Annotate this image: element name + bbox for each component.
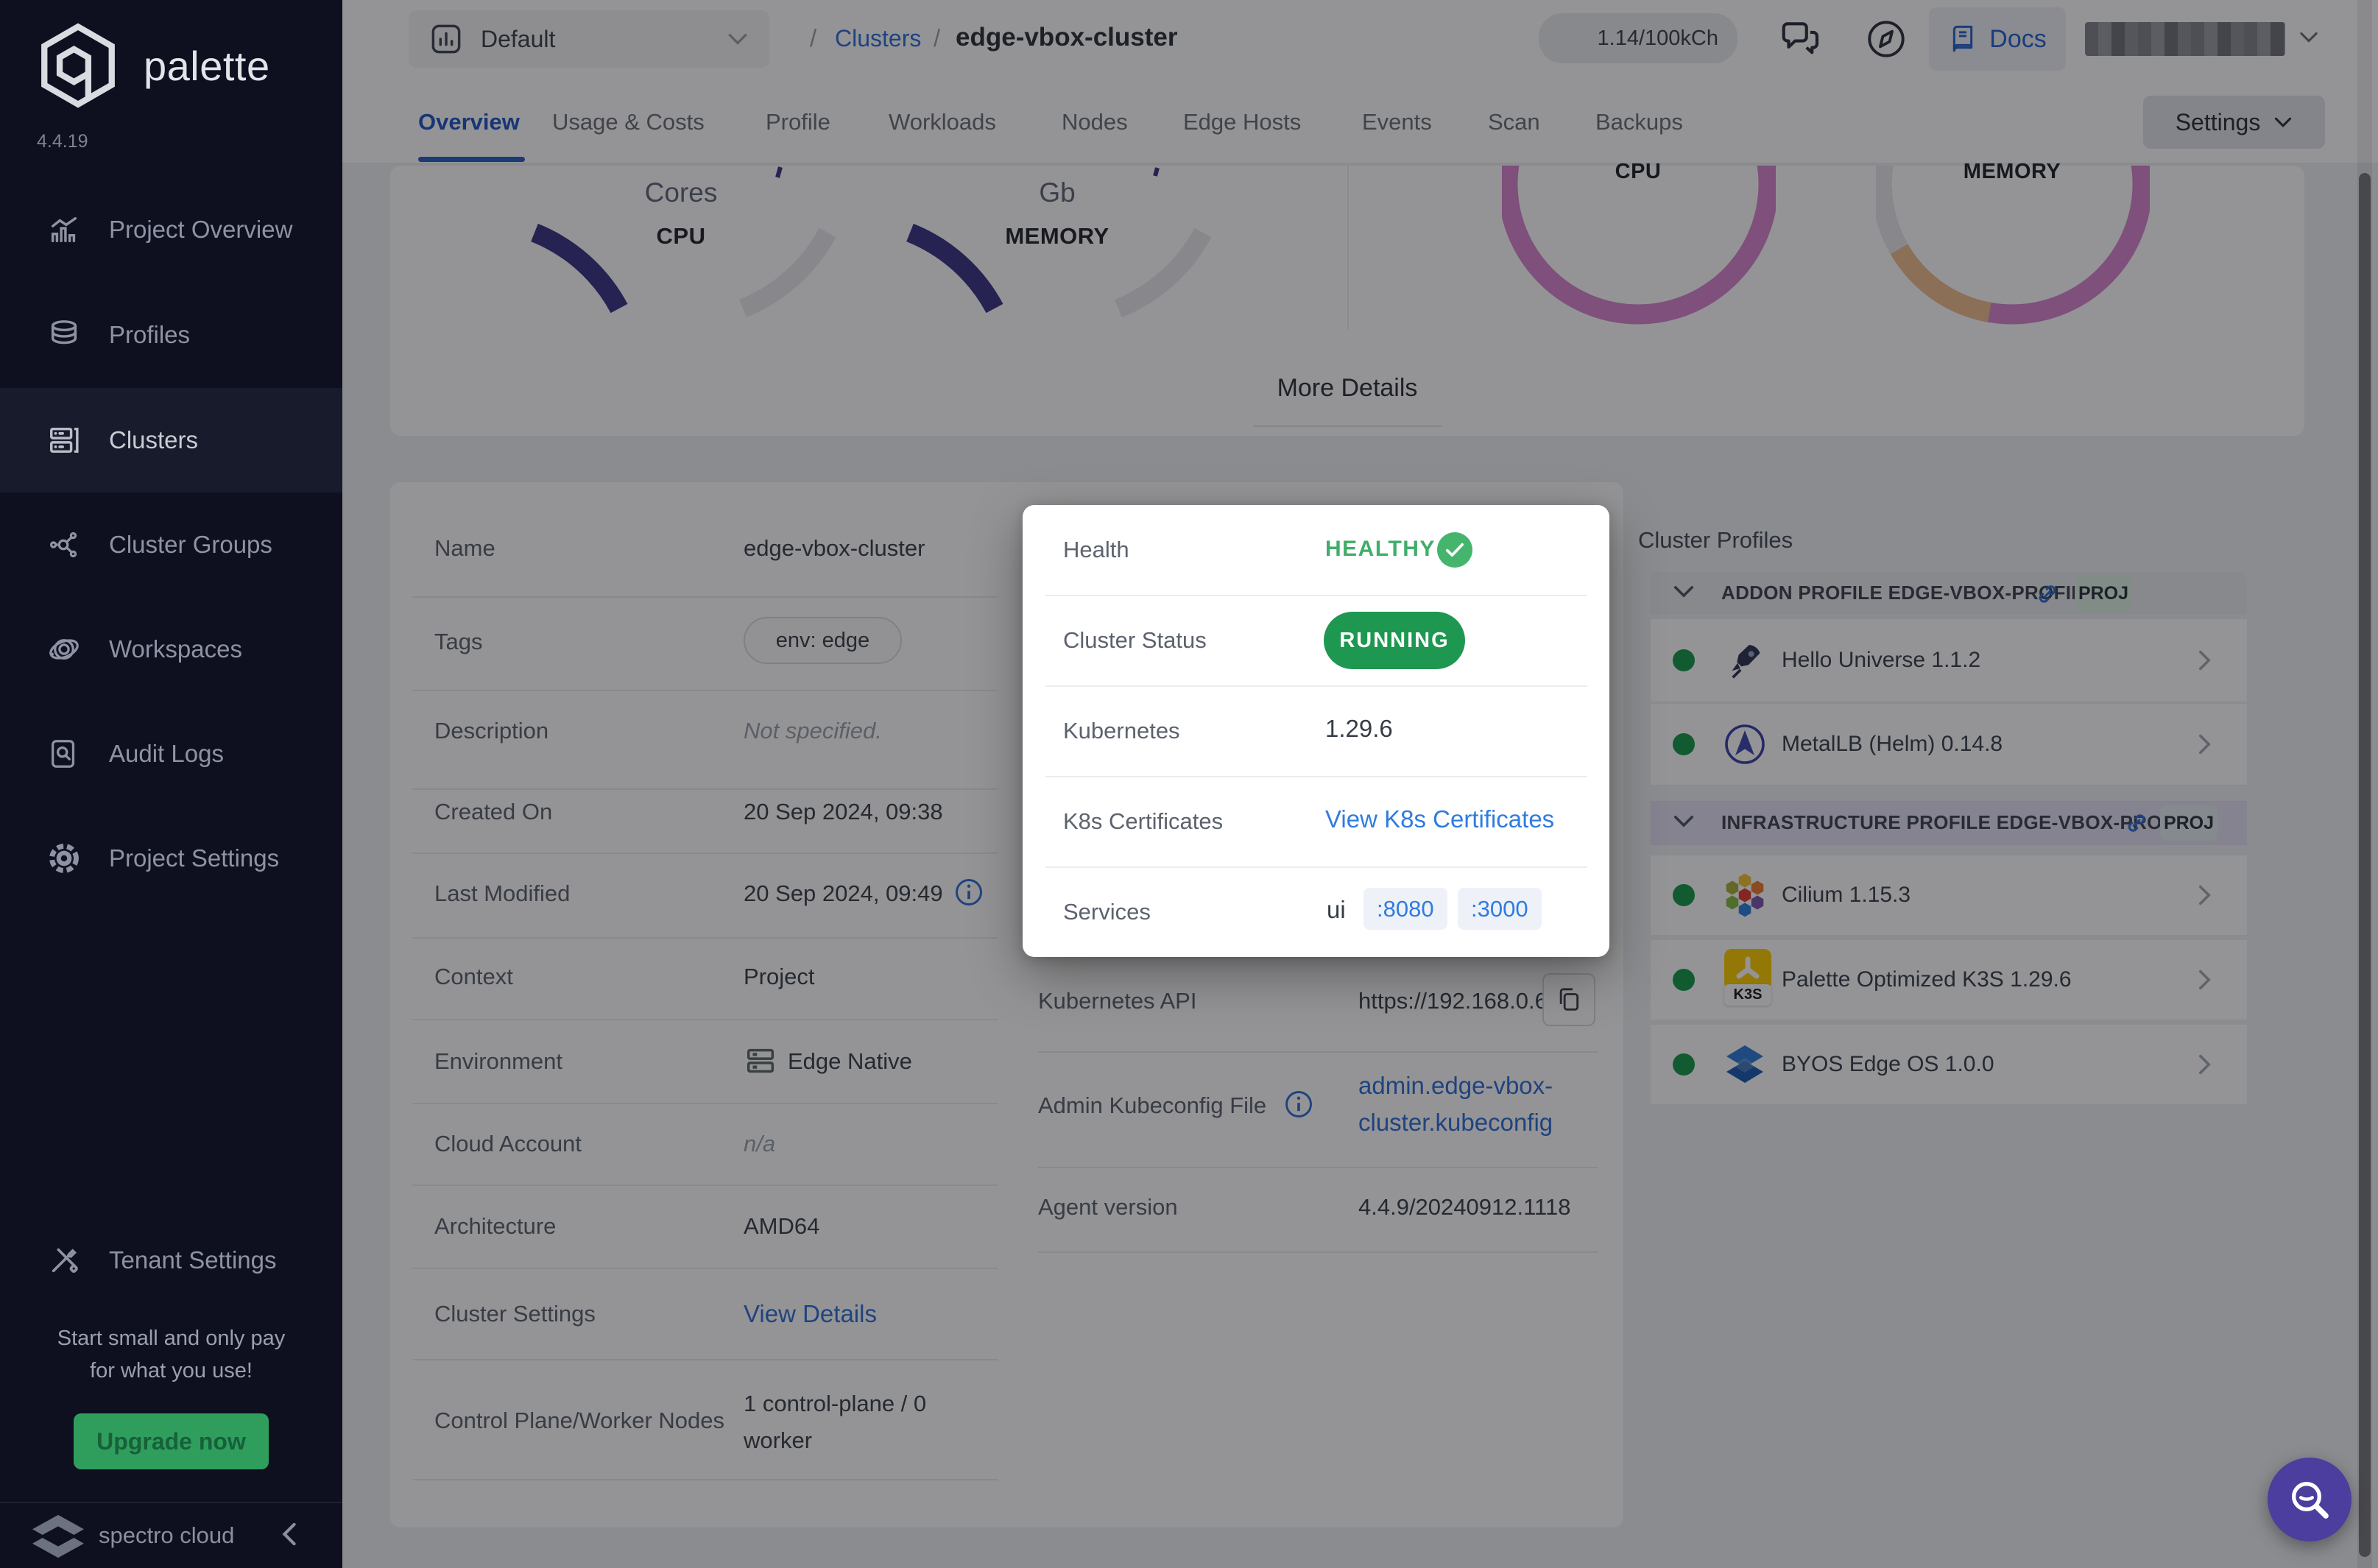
- upgrade-promo-text: Start small and only pay for what you us…: [0, 1322, 342, 1387]
- sidebar-item-project-overview[interactable]: Project Overview: [0, 194, 342, 265]
- palette-logo-text: palette: [144, 42, 270, 89]
- modal-label-health: Health: [1063, 537, 1129, 562]
- palette-logo[interactable]: palette: [33, 21, 270, 110]
- sidebar-item-workspaces[interactable]: Workspaces: [0, 614, 342, 685]
- modal-label-certificates: K8s Certificates: [1063, 808, 1224, 834]
- promo-line-1: Start small and only pay: [57, 1327, 286, 1350]
- modal-label-kubernetes: Kubernetes: [1063, 718, 1180, 744]
- kubernetes-version-value: 1.29.6: [1325, 715, 1393, 742]
- sidebar-item-project-settings[interactable]: Project Settings: [0, 823, 342, 894]
- upgrade-now-button[interactable]: Upgrade now: [74, 1413, 269, 1469]
- palette-app-screen: Default / Clusters / edge-vbox-cluster 1…: [0, 0, 2378, 1568]
- modal-label-status: Cluster Status: [1063, 627, 1207, 653]
- sidebar-item-label: Profiles: [109, 321, 191, 348]
- help-search-fab[interactable]: [2268, 1458, 2351, 1541]
- sidebar-item-profiles[interactable]: Profiles: [0, 300, 342, 370]
- spectro-cloud-logo-icon: [28, 1512, 88, 1561]
- doc-search-icon: [47, 737, 81, 771]
- sidebar-item-tenant-settings[interactable]: Tenant Settings: [0, 1225, 342, 1296]
- magnifier-smile-icon: [2286, 1476, 2333, 1523]
- sidebar-item-label: Cluster Groups: [109, 531, 272, 558]
- app-version: 4.4.19: [37, 131, 88, 152]
- sidebar-collapse-chevron-icon[interactable]: [281, 1521, 297, 1547]
- running-status-label: RUNNING: [1339, 628, 1450, 652]
- sidebar-item-label: Tenant Settings: [109, 1246, 277, 1274]
- divider: [1045, 595, 1587, 596]
- divider: [1045, 685, 1587, 687]
- tools-icon: [47, 1243, 81, 1277]
- palette-logo-icon: [41, 23, 115, 108]
- sidebar: palette 4.4.19 Project Overview Profiles…: [0, 0, 342, 1568]
- service-port-3000-link[interactable]: :3000: [1458, 888, 1542, 930]
- sidebar-item-label: Project Settings: [109, 844, 280, 872]
- service-name: ui: [1327, 896, 1346, 923]
- network-icon: [47, 528, 81, 562]
- sidebar-item-clusters[interactable]: Clusters: [0, 405, 342, 476]
- chart-icon: [47, 213, 81, 247]
- layers-icon: [47, 318, 81, 352]
- sidebar-item-cluster-groups[interactable]: Cluster Groups: [0, 509, 342, 580]
- health-status-value: HEALTHY: [1325, 537, 1436, 561]
- healthy-check-icon: [1437, 532, 1472, 568]
- divider: [1045, 866, 1587, 868]
- sidebar-item-label: Workspaces: [109, 635, 242, 663]
- view-k8s-certificates-link[interactable]: View K8s Certificates: [1325, 805, 1554, 833]
- spectro-cloud-brand: spectro cloud: [99, 1522, 235, 1548]
- sidebar-item-audit-logs[interactable]: Audit Logs: [0, 718, 342, 789]
- cluster-status-popover: Health HEALTHY Cluster Status RUNNING Ku…: [1023, 505, 1609, 957]
- sidebar-item-label: Audit Logs: [109, 740, 224, 767]
- modal-label-services: Services: [1063, 899, 1151, 925]
- upgrade-now-label: Upgrade now: [96, 1427, 246, 1455]
- server-list-icon: [47, 423, 81, 457]
- gear-icon: [47, 841, 81, 875]
- divider: [1045, 776, 1587, 777]
- sidebar-item-label: Clusters: [109, 426, 199, 453]
- service-port-8080-link[interactable]: :8080: [1363, 888, 1447, 930]
- running-status-pill: RUNNING: [1324, 612, 1465, 669]
- orbit-icon: [47, 632, 81, 666]
- promo-line-2: for what you use!: [90, 1359, 253, 1382]
- sidebar-footer-divider: [0, 1502, 342, 1503]
- sidebar-item-label: Project Overview: [109, 216, 293, 243]
